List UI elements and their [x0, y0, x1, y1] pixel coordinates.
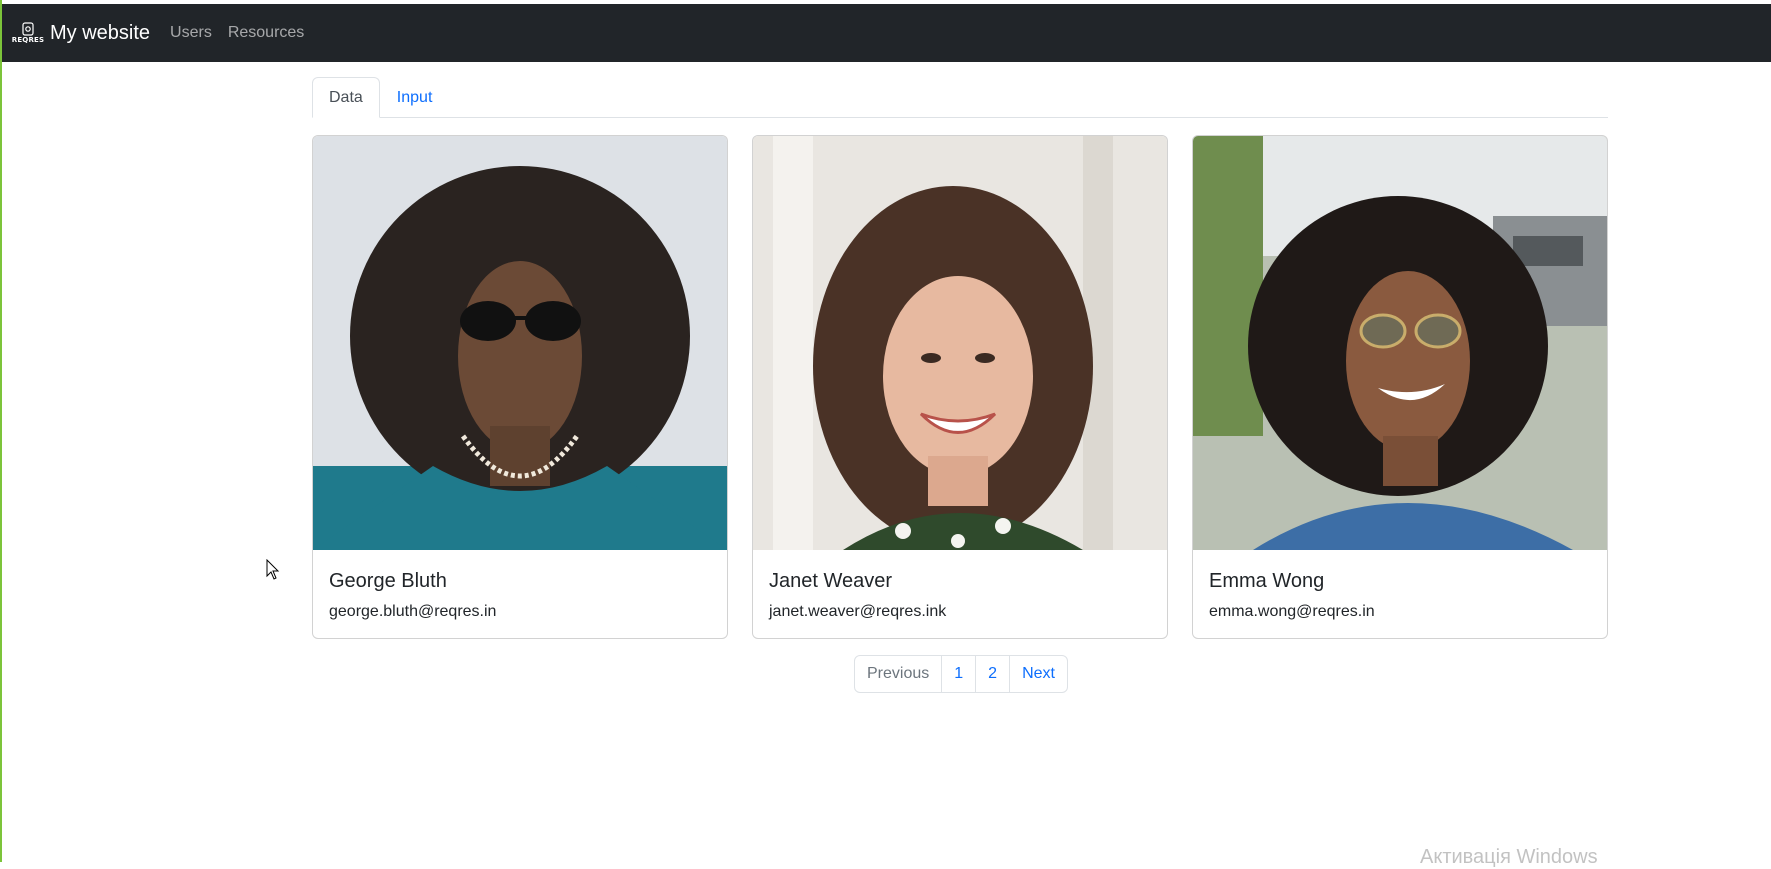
pagination: Previous 1 2 Next [854, 655, 1068, 693]
tab-bar: Data Input [312, 77, 1608, 118]
user-email: george.bluth@reqres.in [329, 603, 497, 620]
mouse-pointer-icon [266, 559, 280, 580]
user-email: emma.wong@reqres.in [1209, 603, 1375, 620]
user-name: George Bluth [329, 570, 447, 592]
top-navbar: REQRES My website Users Resources [2, 4, 1771, 62]
user-card: George Bluth george.bluth@reqres.in [312, 135, 728, 639]
user-avatar-image [753, 136, 1167, 550]
user-avatar-image [1193, 136, 1607, 550]
reqres-logo-icon: REQRES [12, 17, 44, 49]
pagination-next[interactable]: Next [1009, 655, 1068, 693]
brand-link[interactable]: REQRES My website [12, 17, 150, 49]
logo-text: REQRES [11, 36, 45, 44]
user-card: Janet Weaver janet.weaver@reqres.ink [752, 135, 1168, 639]
user-avatar-image [313, 136, 727, 550]
user-name: Emma Wong [1209, 570, 1325, 592]
nav-link-users[interactable]: Users [170, 24, 212, 42]
brand-name: My website [50, 21, 151, 44]
pagination-page-2[interactable]: 2 [975, 655, 1011, 693]
user-cards: George Bluth george.bluth@reqres.in Jane… [312, 135, 1608, 639]
pagination-page-1[interactable]: 1 [941, 655, 977, 693]
user-email: janet.weaver@reqres.ink [769, 603, 947, 620]
windows-activation-watermark: Активація Windows [1420, 846, 1598, 868]
window-left-edge [0, 0, 2, 862]
pagination-previous[interactable]: Previous [854, 655, 943, 693]
tab-data[interactable]: Data [312, 77, 380, 118]
nav-link-resources[interactable]: Resources [228, 24, 304, 42]
user-name: Janet Weaver [769, 570, 893, 592]
tab-input[interactable]: Input [380, 77, 450, 118]
user-card: Emma Wong emma.wong@reqres.in [1192, 135, 1608, 639]
